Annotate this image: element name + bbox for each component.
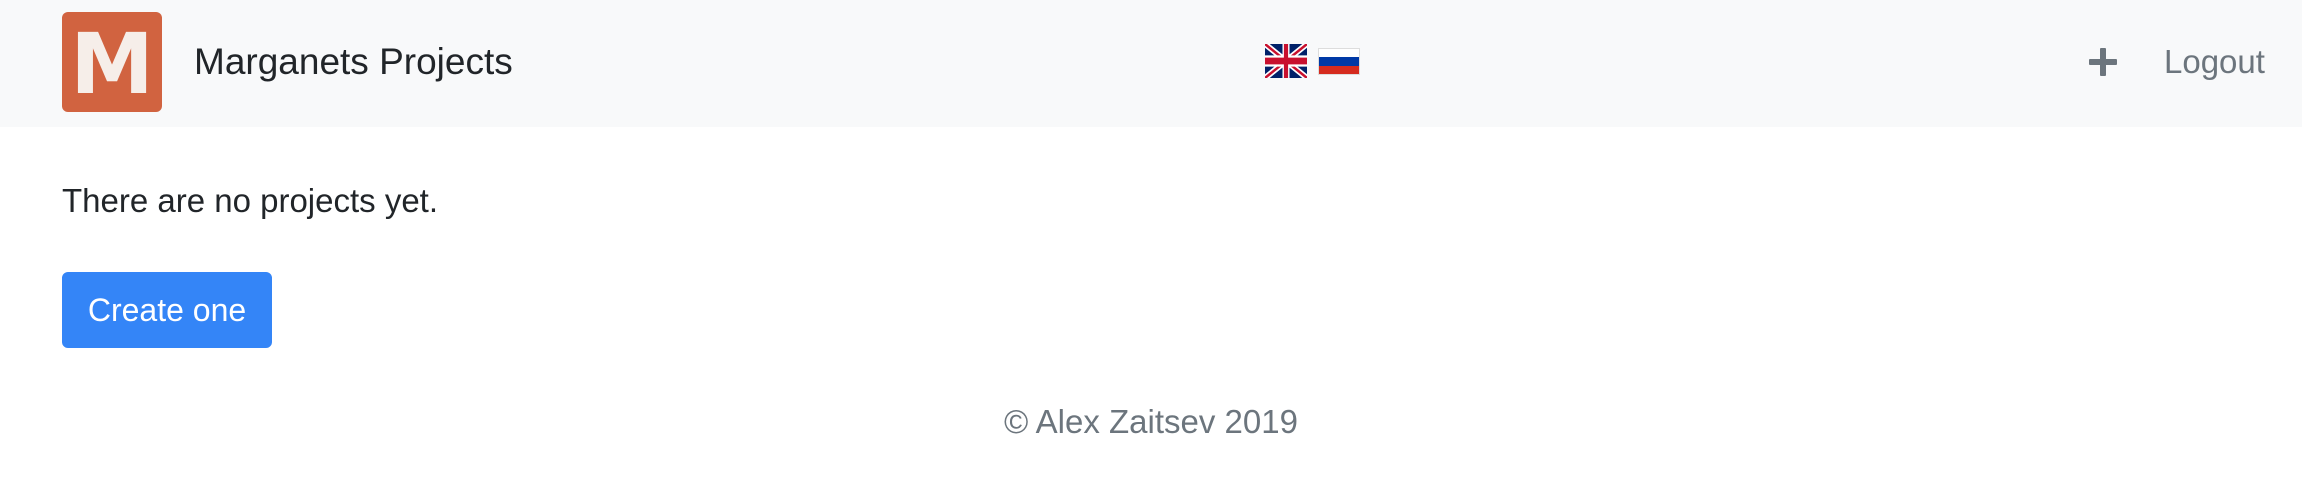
logo-letter: M [70, 15, 154, 113]
add-project-button[interactable] [2087, 46, 2119, 78]
empty-projects-message: There are no projects yet. [62, 182, 439, 219]
top-navbar: M Marganets Projects Logout [0, 0, 2302, 127]
uk-flag-icon [1265, 44, 1307, 78]
language-en-button[interactable] [1265, 44, 1307, 78]
brand-title[interactable]: Marganets Projects [194, 38, 513, 86]
logout-link[interactable]: Logout [2164, 38, 2265, 86]
language-ru-button[interactable] [1318, 44, 1360, 78]
footer-copyright: © Alex Zaitsev 2019 [1004, 403, 1298, 440]
plus-icon [2089, 48, 2117, 76]
russia-flag-icon [1318, 48, 1360, 75]
brand-logo[interactable]: M [62, 12, 162, 112]
create-project-button[interactable]: Create one [62, 272, 272, 348]
